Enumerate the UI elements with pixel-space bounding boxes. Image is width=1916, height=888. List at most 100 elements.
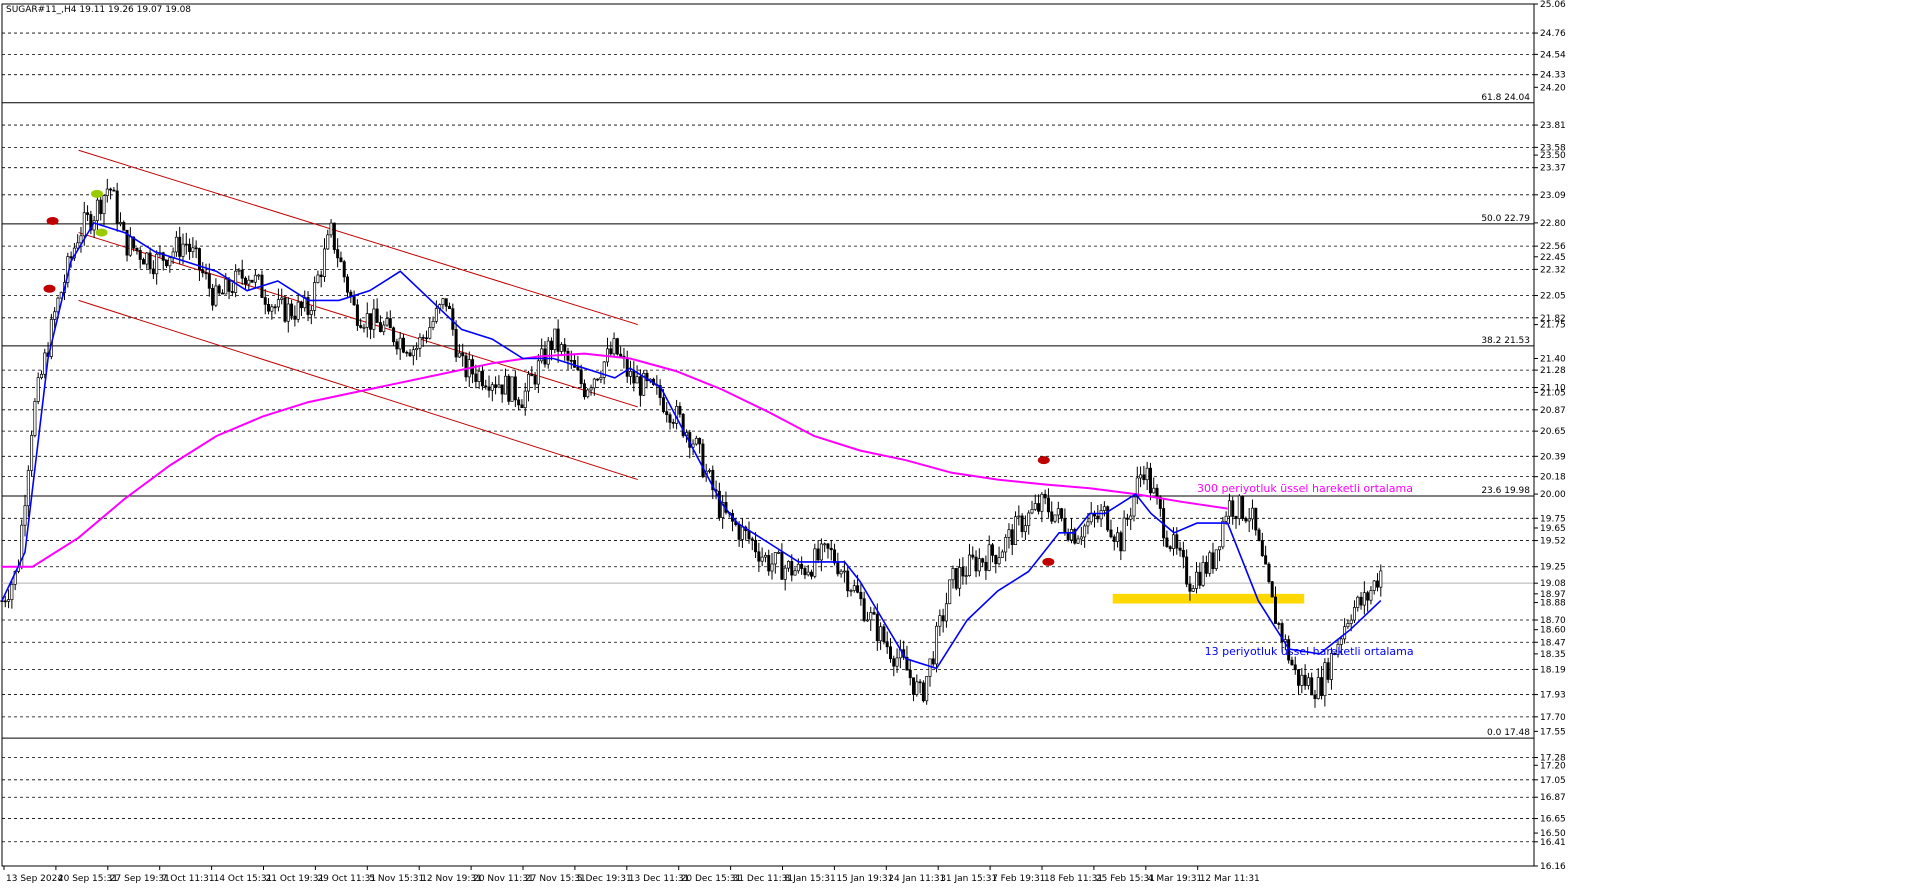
candle-body (319, 274, 323, 277)
candle-body (770, 563, 774, 572)
candle-body (1191, 588, 1195, 592)
price-tick-label: 18.35 (1540, 650, 1566, 660)
chart-title: SUGAR#11_,H4 19.11 19.26 19.07 19.08 (6, 5, 191, 15)
candle-body (1079, 536, 1083, 540)
candle-body (494, 384, 498, 388)
time-tick-label: 25 Feb 15:31 (1096, 874, 1155, 884)
candle-body (1362, 592, 1366, 606)
candle-body (563, 344, 567, 352)
candle-body (434, 308, 438, 322)
price-tick-label: 23.09 (1540, 191, 1566, 201)
candle-body (253, 274, 257, 283)
candle-body (579, 369, 583, 384)
candle-body (359, 325, 363, 328)
candle-body (352, 295, 356, 306)
candle-body (1198, 571, 1202, 586)
candle-body (990, 544, 994, 556)
candle-body (596, 378, 600, 381)
candle-body (1277, 623, 1281, 625)
candle-body (1379, 570, 1383, 588)
candle-body (316, 274, 320, 283)
candle-body (803, 568, 807, 576)
candle-body (415, 347, 419, 351)
price-tick-label: 23.81 (1540, 121, 1566, 131)
candle-body (247, 279, 251, 285)
candle-body (1326, 662, 1330, 680)
candle-body (293, 315, 297, 320)
candle-body (925, 676, 929, 702)
candle-body (763, 554, 767, 558)
candle-body (997, 557, 1001, 565)
time-tick-label: 14 Oct 15:31 (214, 874, 273, 884)
candle-body (122, 222, 126, 231)
candle-body (790, 561, 794, 576)
candle-body (378, 322, 382, 333)
candle-body (322, 248, 326, 277)
candle-body (747, 530, 751, 540)
candle-body (1254, 507, 1258, 531)
candle-body (1323, 662, 1327, 696)
candle-body (1020, 515, 1024, 533)
candle-body (408, 352, 412, 357)
chart-canvas[interactable]: 61.8 24.04 50.0 22.79 38.2 21.53 23.6 19.98… (0, 0, 1916, 888)
price-tick-label: 16.87 (1540, 793, 1566, 803)
candle-body (69, 256, 73, 259)
candle-body (95, 199, 99, 221)
price-tick-label: 22.05 (1540, 292, 1566, 302)
candle-body (1076, 538, 1080, 544)
candle-body (987, 544, 991, 571)
candle-body (1359, 596, 1363, 606)
candle-body (1204, 562, 1208, 574)
candle-body (184, 243, 188, 246)
candle-body (737, 524, 741, 540)
candle-body (754, 539, 758, 553)
candle-body (329, 222, 333, 236)
candle-body (668, 414, 672, 423)
candle-body (1069, 529, 1073, 541)
candle-body (365, 313, 369, 328)
candle-body (872, 612, 876, 615)
candle-body (339, 257, 343, 263)
candle-body (707, 469, 711, 472)
candle-body (556, 328, 560, 352)
candle-body (935, 625, 939, 665)
price-tick-label: 21.75 (1540, 321, 1566, 331)
candle-body (1145, 467, 1149, 481)
candle-body (207, 273, 211, 289)
candle-body (1014, 516, 1018, 545)
price-chart[interactable]: 61.8 24.04 50.0 22.79 38.2 21.53 23.6 19.98… (0, 0, 1916, 888)
candle-body (480, 370, 484, 387)
candle-body (257, 274, 261, 277)
candle-body (1267, 563, 1271, 583)
candle-body (369, 313, 373, 330)
time-tick-label: 21 Oct 19:31 (266, 874, 325, 884)
candle-body (1037, 503, 1041, 512)
candle-body (773, 552, 777, 565)
marker-green-2 (95, 228, 108, 237)
candle-body (411, 349, 415, 357)
candle-body (882, 626, 886, 643)
candle-body (244, 277, 248, 285)
channel-line-upper (78, 149, 638, 326)
candle-body (1171, 534, 1175, 549)
candle-body (619, 353, 623, 357)
price-tick-label: 18.60 (1540, 626, 1566, 636)
candle-body (346, 276, 350, 293)
candle-body (836, 562, 840, 575)
time-tick-label: 12 Mar 11:31 (1200, 874, 1260, 884)
time-tick-label: 13 Sep 2024 (6, 874, 63, 884)
candle-body (128, 236, 132, 256)
candle-body (981, 558, 985, 563)
candle-body (105, 188, 109, 197)
candle-body (941, 615, 945, 622)
candle-body (793, 570, 797, 576)
candle-body (332, 222, 336, 250)
candle-body (1165, 537, 1169, 547)
candle-body (865, 619, 869, 622)
price-tick-label: 17.05 (1540, 776, 1566, 786)
candle-body (227, 278, 231, 292)
candle-body (517, 399, 521, 406)
candle-body (461, 352, 465, 357)
candle-body (425, 337, 428, 340)
candle-body (165, 260, 169, 267)
